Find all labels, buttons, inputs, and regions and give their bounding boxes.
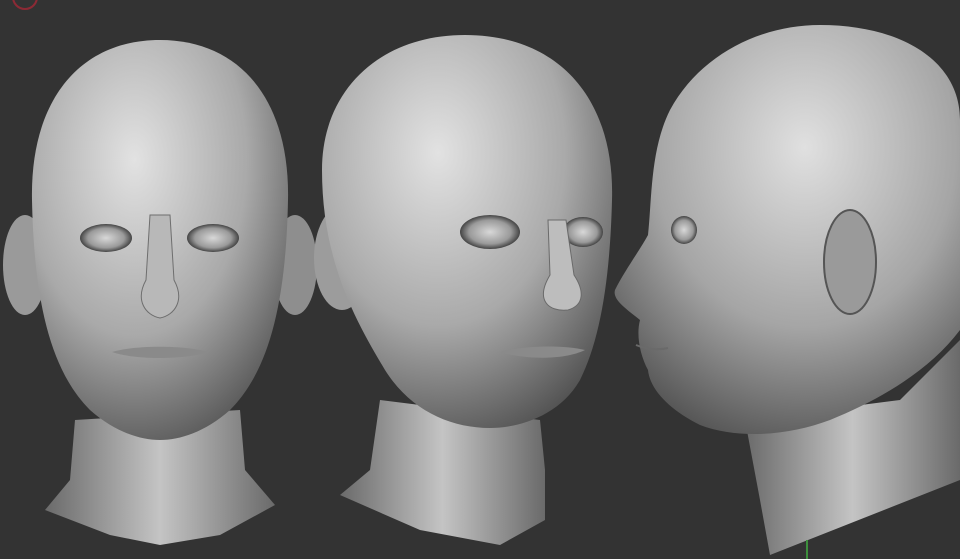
eye-left — [80, 224, 132, 252]
head-profile-view — [614, 25, 960, 555]
eye-right — [187, 224, 239, 252]
head-three-quarter-view — [314, 35, 613, 545]
ear — [823, 209, 877, 315]
eye-left — [460, 215, 520, 249]
rotation-gizmo-icon[interactable] — [12, 0, 38, 10]
sculpt-viewport[interactable] — [0, 0, 960, 559]
render-canvas — [3, 0, 960, 559]
head-front-view — [3, 40, 317, 545]
eye — [671, 216, 697, 244]
skull — [614, 25, 960, 435]
